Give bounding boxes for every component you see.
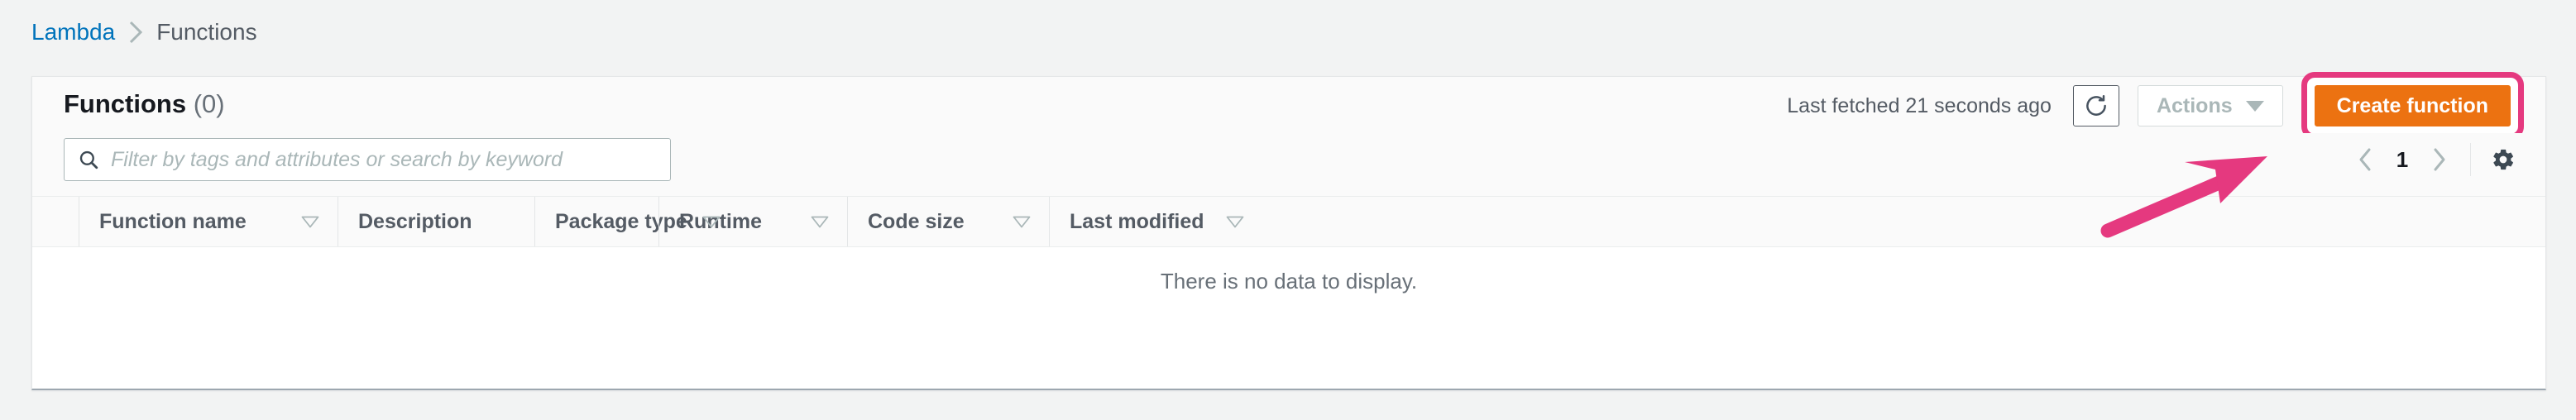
column-header-runtime[interactable]: Runtime xyxy=(658,197,847,246)
table-settings-button[interactable] xyxy=(2483,138,2524,181)
sort-icon xyxy=(1226,216,1244,228)
panel-header: Functions (0) Last fetched 21 seconds ag… xyxy=(32,77,2545,133)
search-placeholder: Filter by tags and attributes or search … xyxy=(111,148,563,172)
function-count: (0) xyxy=(194,89,225,118)
create-function-label: Create function xyxy=(2337,94,2488,118)
panel-header-actions: Last fetched 21 seconds ago Actions Crea… xyxy=(1787,85,2524,126)
column-header-code-size[interactable]: Code size xyxy=(847,197,1049,246)
refresh-icon xyxy=(2084,93,2109,118)
pagination-divider xyxy=(2470,143,2471,176)
actions-label: Actions xyxy=(2157,94,2233,118)
sort-icon xyxy=(811,216,829,228)
page-title: Functions (0) xyxy=(64,87,225,122)
caret-down-icon xyxy=(2246,101,2264,112)
page-title-text: Functions xyxy=(64,89,186,118)
column-header-last-modified[interactable]: Last modified xyxy=(1049,197,1262,246)
sort-icon xyxy=(1013,216,1031,228)
functions-panel: Functions (0) Last fetched 21 seconds ag… xyxy=(31,76,2546,390)
table-header-row: Function name Description Package type R… xyxy=(32,196,2545,247)
search-icon xyxy=(78,149,99,170)
column-header-function-name[interactable]: Function name xyxy=(79,197,338,246)
column-label: Description xyxy=(358,210,472,234)
column-header-package-type[interactable]: Package type xyxy=(534,197,658,246)
pagination-prev-button[interactable] xyxy=(2346,138,2384,181)
sort-icon xyxy=(702,216,721,228)
actions-dropdown-button[interactable]: Actions xyxy=(2138,85,2283,126)
empty-state-message: There is no data to display. xyxy=(1161,269,1417,294)
create-function-highlight: Create function xyxy=(2301,72,2524,140)
table-select-column xyxy=(32,197,79,246)
pagination-page-1[interactable]: 1 xyxy=(2384,147,2420,173)
column-label: Code size xyxy=(868,210,965,234)
breadcrumb-current-functions: Functions xyxy=(156,18,256,46)
pagination-next-button[interactable] xyxy=(2420,138,2459,181)
column-label: Function name xyxy=(99,210,247,234)
last-fetched-status: Last fetched 21 seconds ago xyxy=(1787,85,2052,126)
filter-row: Filter by tags and attributes or search … xyxy=(32,133,2545,196)
table-empty-state: There is no data to display. xyxy=(32,247,2545,315)
create-function-button[interactable]: Create function xyxy=(2315,85,2511,126)
column-label: Last modified xyxy=(1070,210,1204,234)
pagination: 1 xyxy=(2346,138,2524,181)
gear-icon xyxy=(2491,147,2516,172)
column-label: Runtime xyxy=(679,210,762,234)
chevron-right-icon xyxy=(115,18,156,46)
search-input[interactable]: Filter by tags and attributes or search … xyxy=(64,138,671,181)
column-header-description[interactable]: Description xyxy=(338,197,534,246)
sort-icon xyxy=(301,216,319,228)
breadcrumb: Lambda Functions xyxy=(31,18,257,46)
refresh-button[interactable] xyxy=(2073,85,2119,126)
breadcrumb-link-lambda[interactable]: Lambda xyxy=(31,18,115,46)
